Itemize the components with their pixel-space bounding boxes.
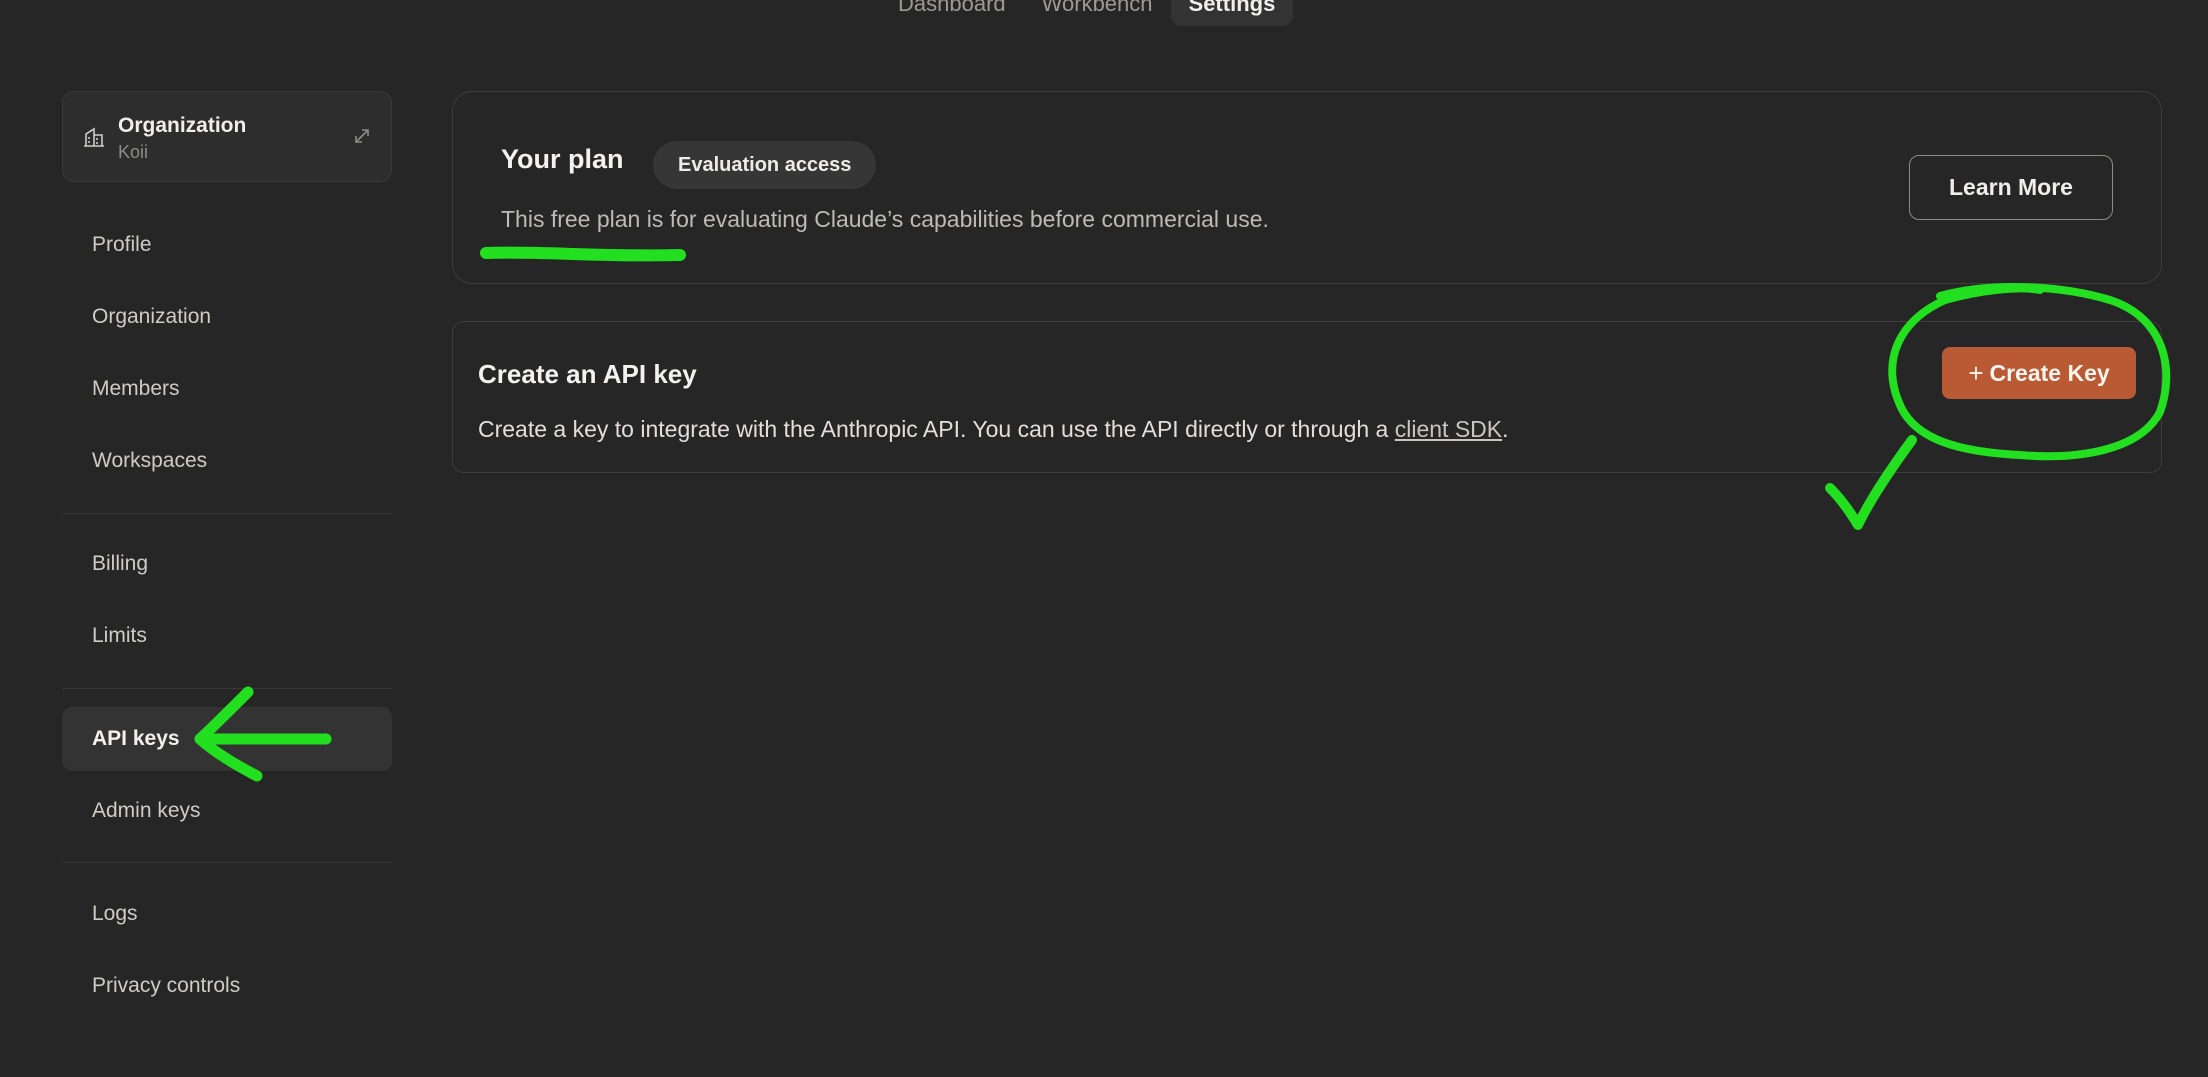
api-description-text: Create a key to integrate with the Anthr… <box>478 416 1395 442</box>
sidebar-item-organization[interactable]: Organization <box>62 285 392 349</box>
sidebar-item-workspaces[interactable]: Workspaces <box>62 429 392 493</box>
sidebar-item-profile[interactable]: Profile <box>62 213 392 277</box>
expand-icon <box>355 129 369 143</box>
plan-description: This free plan is for evaluating Claude’… <box>501 206 1269 232</box>
api-description-end: . <box>1502 416 1509 442</box>
api-card-description: Create a key to integrate with the Anthr… <box>478 416 1509 443</box>
sidebar-item-api-keys[interactable]: API keys <box>62 707 392 771</box>
api-card-title: Create an API key <box>478 359 697 389</box>
sidebar-item-limits[interactable]: Limits <box>62 604 392 668</box>
sidebar-item-members[interactable]: Members <box>62 357 392 421</box>
tab-workbench[interactable]: Workbench <box>1024 0 1171 26</box>
sidebar-divider <box>62 862 392 863</box>
sidebar-divider <box>62 513 392 514</box>
organization-switcher[interactable]: Organization Koii <box>62 91 392 182</box>
client-sdk-link[interactable]: client SDK <box>1395 416 1502 442</box>
sidebar-item-billing[interactable]: Billing <box>62 532 392 596</box>
org-name: Koii <box>118 142 149 162</box>
top-nav: Dashboard Workbench Settings <box>880 0 1294 28</box>
create-key-button[interactable]: + Create Key <box>1942 347 2136 399</box>
plan-card: Your plan Evaluation access This free pl… <box>452 91 2162 284</box>
tab-settings[interactable]: Settings <box>1170 0 1294 26</box>
plan-badge: Evaluation access <box>653 141 877 189</box>
building-icon <box>84 127 104 147</box>
create-api-key-card: Create an API key Create a key to integr… <box>452 321 2162 473</box>
org-switcher-title: Organization <box>118 114 247 137</box>
sidebar-item-logs[interactable]: Logs <box>62 882 392 946</box>
sidebar-divider <box>62 688 392 689</box>
sidebar-item-privacy-controls[interactable]: Privacy controls <box>62 954 392 1018</box>
create-key-label: Create Key <box>1989 359 2110 386</box>
sidebar-item-admin-keys[interactable]: Admin keys <box>62 779 392 843</box>
tab-dashboard[interactable]: Dashboard <box>880 0 1024 26</box>
plus-icon: + <box>1968 357 1984 388</box>
learn-more-button[interactable]: Learn More <box>1909 155 2113 220</box>
plan-title: Your plan <box>501 144 624 174</box>
